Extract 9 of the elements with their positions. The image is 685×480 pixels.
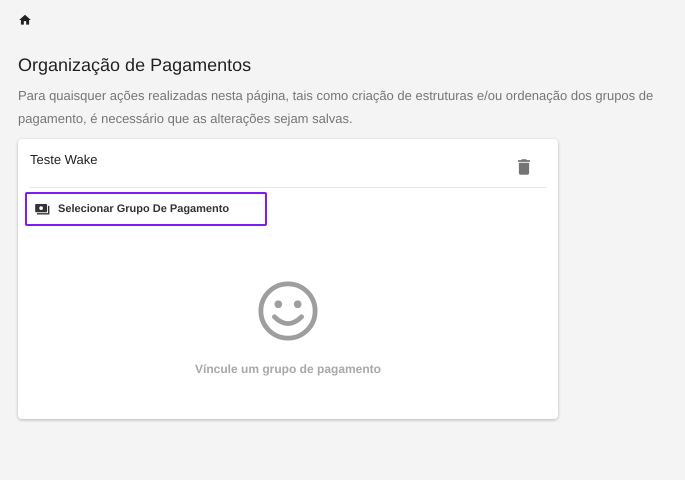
money-icon [35,204,50,214]
empty-message: Víncule um grupo de pagamento [194,362,382,376]
home-icon[interactable] [18,13,32,27]
select-group-button[interactable]: Selecionar Grupo De Pagamento [25,192,267,226]
page-description: Para quaisquer ações realizadas nesta página, tais como criação de estruturas e/ou ordenação dos grupos de pagamento, é necessário que as alterações sejam salvas. [18,87,654,128]
smiley-icon [257,280,319,342]
page-title: Organização de Pagamentos [18,54,252,77]
trash-icon[interactable] [518,159,530,175]
card-name: Teste Wake [30,152,98,169]
